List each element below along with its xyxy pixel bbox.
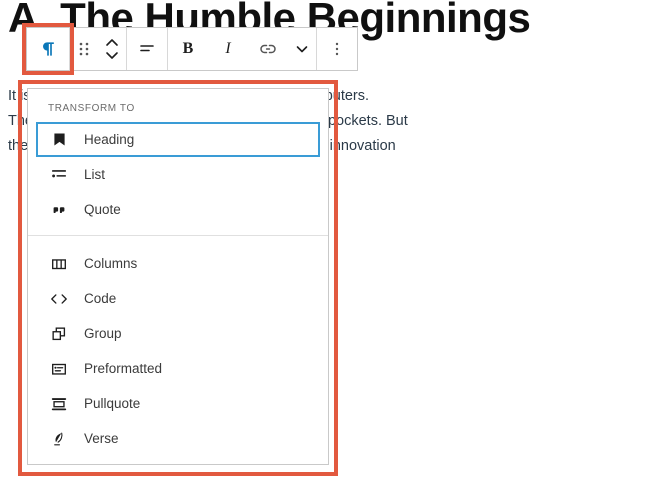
group-icon (48, 323, 70, 345)
italic-label: I (225, 40, 231, 57)
menu-item-label: List (84, 167, 106, 182)
menu-item-pullquote[interactable]: Pullquote (36, 386, 320, 421)
transform-group-primary: Heading List Quote (28, 122, 328, 235)
menu-item-quote[interactable]: Quote (36, 192, 320, 227)
bold-label: B (182, 40, 194, 57)
toolbar-group-formatting: B I (168, 28, 317, 70)
quote-icon (48, 199, 70, 221)
editor-canvas: A. The Humble Beginnings It is almost im… (0, 0, 658, 500)
link-icon[interactable] (248, 28, 288, 70)
block-toolbar: B I (26, 27, 358, 71)
columns-icon (48, 253, 70, 275)
transform-to-label: TRANSFORM TO (48, 103, 135, 114)
preformatted-icon (48, 358, 70, 380)
transform-group-secondary: Columns Code Group Preformatted Pullquot… (28, 235, 328, 464)
toolbar-group-block-type (27, 28, 70, 70)
toolbar-group-options (317, 28, 357, 70)
menu-item-code[interactable]: Code (36, 281, 320, 316)
heading-icon (48, 129, 70, 151)
menu-item-label: Code (84, 291, 117, 306)
menu-item-columns[interactable]: Columns (36, 246, 320, 281)
code-icon (48, 288, 70, 310)
menu-item-label: Preformatted (84, 361, 163, 376)
menu-item-label: Quote (84, 202, 121, 217)
verse-icon (48, 428, 70, 450)
menu-item-label: Verse (84, 431, 119, 446)
pullquote-icon (48, 393, 70, 415)
toolbar-group-move (70, 28, 127, 70)
toolbar-group-align (127, 28, 168, 70)
list-icon (48, 164, 70, 186)
transform-to-menu: TRANSFORM TO Heading List Quote Columns … (27, 88, 329, 465)
chevron-down-icon[interactable] (288, 28, 316, 70)
menu-item-group[interactable]: Group (36, 316, 320, 351)
more-vertical-icon[interactable] (317, 28, 357, 70)
menu-item-label: Heading (84, 132, 135, 147)
menu-item-verse[interactable]: Verse (36, 421, 320, 456)
menu-item-label: Group (84, 326, 122, 341)
menu-item-preformatted[interactable]: Preformatted (36, 351, 320, 386)
menu-item-label: Columns (84, 256, 138, 271)
drag-handle-icon[interactable] (70, 28, 98, 70)
menu-item-label: Pullquote (84, 396, 141, 411)
align-text-icon[interactable] (127, 28, 167, 70)
paragraph-icon[interactable] (27, 28, 69, 70)
menu-item-list[interactable]: List (36, 157, 320, 192)
move-up-down-icon[interactable] (98, 28, 126, 70)
bold-icon[interactable]: B (168, 28, 208, 70)
italic-icon[interactable]: I (208, 28, 248, 70)
menu-item-heading[interactable]: Heading (36, 122, 320, 157)
